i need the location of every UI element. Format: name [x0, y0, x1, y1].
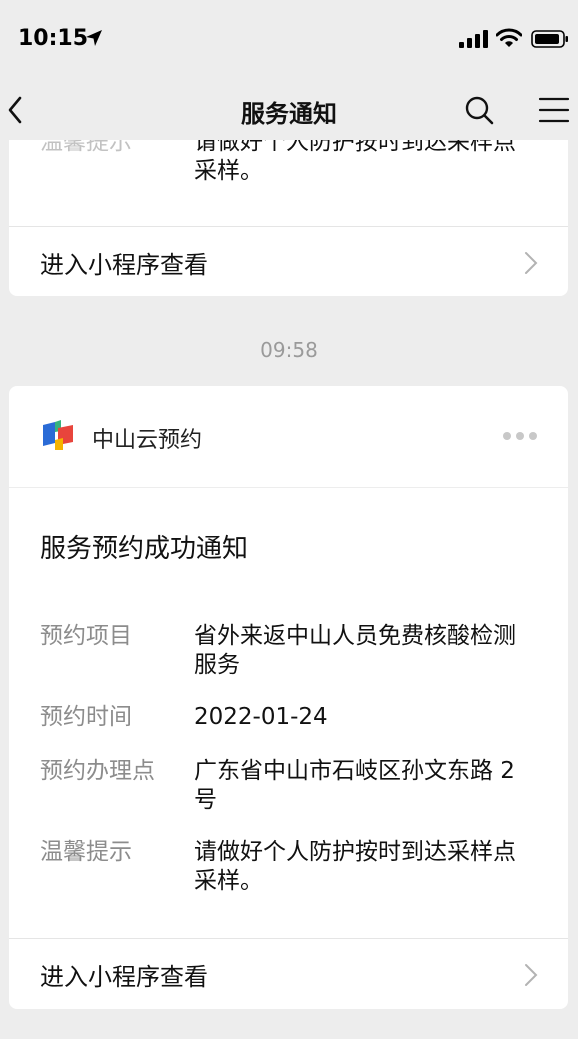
notification-card: 中山云预约 服务预约成功通知 预约项目 省外来返中山人员免费核酸检测 服务 预约… [9, 386, 568, 1009]
field-label: 温馨提示 [40, 140, 132, 155]
field-value: 采样。 [194, 158, 263, 184]
nav-bar: 服务通知 [0, 80, 578, 140]
notice-title: 服务预约成功通知 [40, 534, 249, 564]
field-label: 温馨提示 [40, 839, 132, 865]
open-mini-program-link[interactable]: 进入小程序查看 [9, 226, 568, 296]
field-value: 请做好个人防护按时到达采样点 [194, 839, 516, 865]
field-value: 省外来返中山人员免费核酸检测 [194, 623, 516, 649]
brand-logo [43, 420, 73, 450]
divider [9, 487, 568, 488]
more-dots-icon[interactable] [502, 431, 538, 441]
link-label: 进入小程序查看 [40, 251, 208, 279]
field-label: 预约办理点 [40, 758, 155, 784]
status-time: 10:15 [18, 26, 89, 51]
field-value: 2022-01-24 [194, 704, 328, 730]
search-icon[interactable] [463, 94, 495, 126]
field-value: 请做好个人防护按时到达采样点 [194, 140, 516, 155]
chevron-right-icon [525, 964, 538, 986]
battery-icon [531, 30, 568, 48]
wifi-icon [496, 28, 522, 47]
status-bar: 10:15 [0, 0, 578, 80]
field-label: 预约时间 [40, 704, 132, 730]
location-arrow-icon [86, 30, 102, 46]
brand-name: 中山云预约 [92, 428, 203, 453]
previous-notification-card: 温馨提示 请做好个人防护按时到达采样点 采样。 进入小程序查看 [9, 140, 568, 296]
message-timestamp: 09:58 [260, 338, 318, 362]
chevron-right-icon [525, 252, 538, 274]
field-value: 号 [194, 787, 217, 813]
field-value: 采样。 [194, 868, 263, 894]
signal-icon [459, 30, 488, 48]
field-value: 广东省中山市石岐区孙文东路 2 [194, 758, 515, 784]
link-label: 进入小程序查看 [40, 963, 208, 991]
field-value: 服务 [194, 652, 240, 678]
open-mini-program-link[interactable]: 进入小程序查看 [9, 938, 568, 1009]
menu-icon[interactable] [538, 96, 570, 124]
field-label: 预约项目 [40, 623, 132, 649]
